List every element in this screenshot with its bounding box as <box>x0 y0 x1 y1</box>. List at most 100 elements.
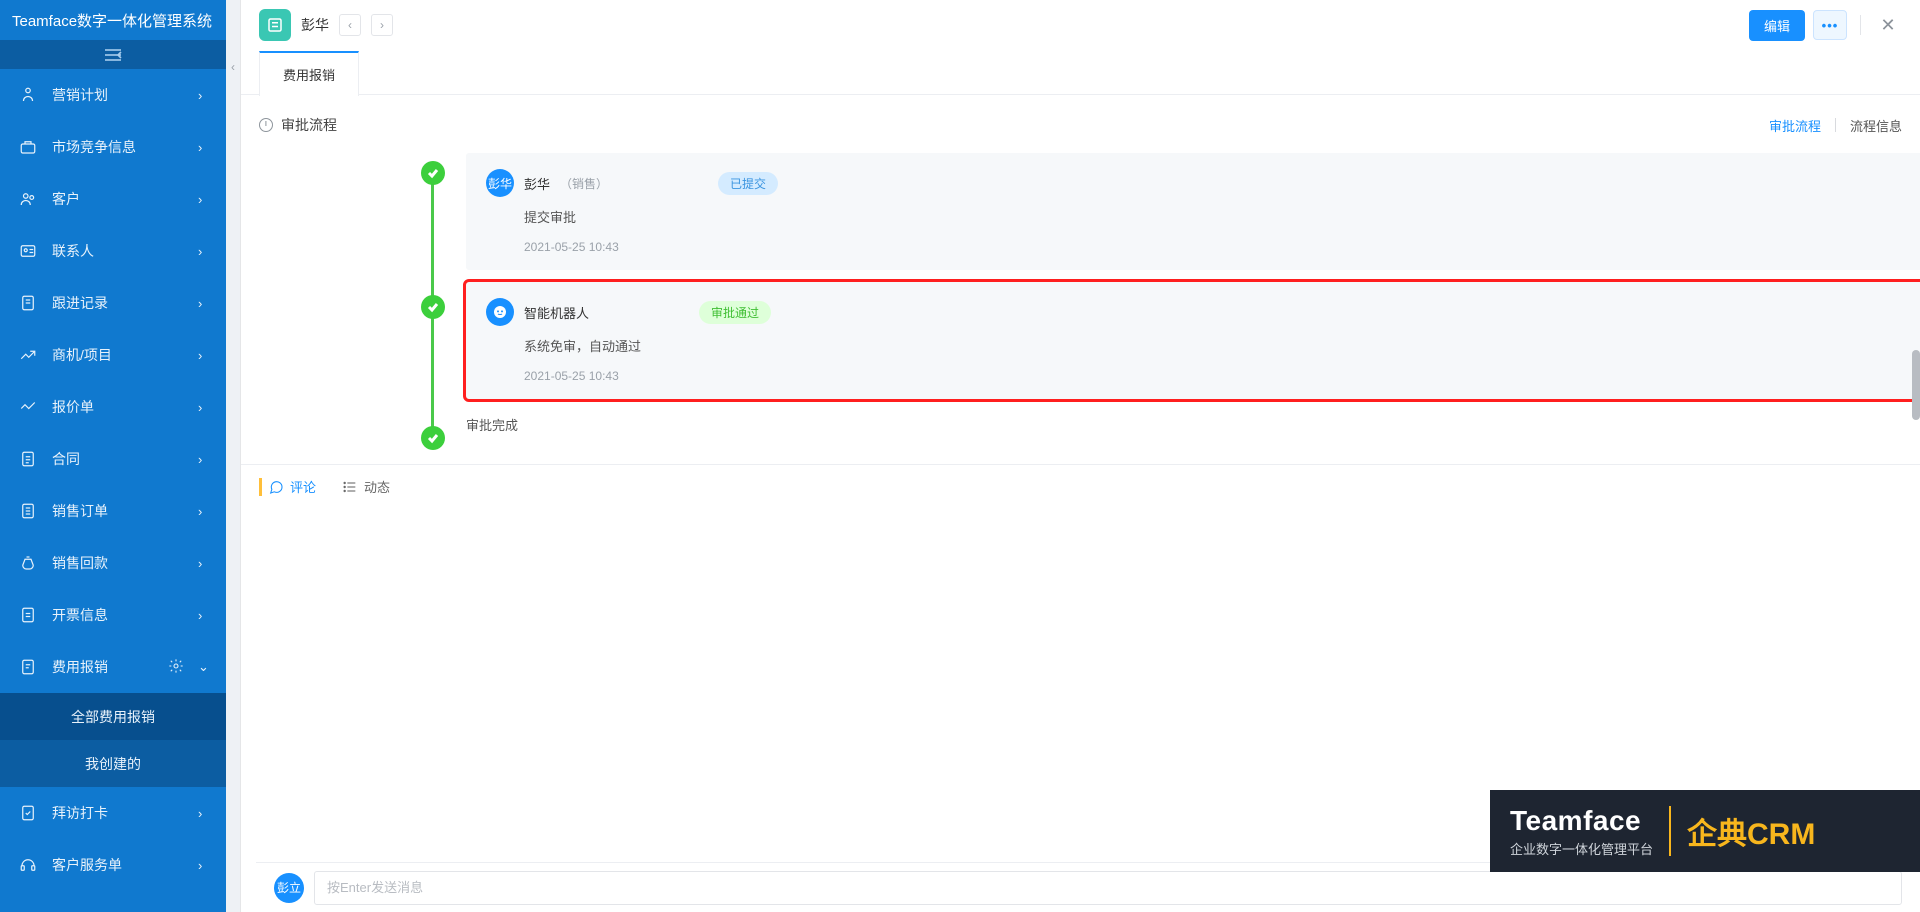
sidebar-label: 联系人 <box>52 241 184 261</box>
chevron-right-icon: › <box>198 192 208 207</box>
edit-button[interactable]: 编辑 <box>1749 10 1805 41</box>
sidebar-label: 拜访打卡 <box>52 803 184 823</box>
sidebar-item-quote[interactable]: 报价单 › <box>0 381 226 433</box>
bot-avatar-icon <box>486 298 514 326</box>
tab-expense[interactable]: 费用报销 <box>259 51 359 96</box>
panel-collapse-handle[interactable]: ‹ <box>226 0 241 912</box>
step-user-role: （销售） <box>560 175 608 192</box>
status-badge: 已提交 <box>718 172 778 195</box>
sidebar-item-contract[interactable]: 合同 › <box>0 433 226 485</box>
current-user-avatar: 彭立 <box>274 873 304 903</box>
chevron-right-icon: › <box>198 858 208 873</box>
sidebar-label: 商机/项目 <box>52 345 184 365</box>
watermark-separator <box>1669 806 1671 856</box>
sidebar-label: 营销计划 <box>52 85 184 105</box>
approval-step-card: 彭华 彭华 （销售） 已提交 提交审批 2021-05-25 10:43 <box>466 153 1920 270</box>
approval-flow-link[interactable]: 审批流程 <box>1769 116 1821 135</box>
sidebar-item-market-info[interactable]: 市场竞争信息 › <box>0 121 226 173</box>
step-time: 2021-05-25 10:43 <box>524 369 1916 383</box>
clipboard-icon <box>18 85 38 105</box>
flow-info-link[interactable]: 流程信息 <box>1850 116 1902 135</box>
sidebar-subitem-my-created[interactable]: 我创建的 <box>0 740 226 787</box>
headset-icon <box>18 855 38 875</box>
invoice-icon <box>18 605 38 625</box>
sidebar-label: 客户服务单 <box>52 855 184 875</box>
next-record-button[interactable]: › <box>371 14 393 36</box>
prev-record-button[interactable]: ‹ <box>339 14 361 36</box>
chevron-right-icon: › <box>198 296 208 311</box>
sidebar-item-opportunity[interactable]: 商机/项目 › <box>0 329 226 381</box>
watermark-product: 企典CRM <box>1687 809 1815 853</box>
list-icon <box>342 479 358 495</box>
separator <box>1835 118 1836 132</box>
clock-icon <box>259 118 273 132</box>
sidebar-label: 跟进记录 <box>52 293 184 313</box>
detail-header: 彭华 ‹ › 编辑 ••• ✕ <box>241 0 1920 50</box>
chevron-right-icon: › <box>198 806 208 821</box>
app-title: Teamface数字一体化管理系统 <box>12 10 212 31</box>
approval-flow: 彭华 彭华 （销售） 已提交 提交审批 2021-05-25 10:43 智能机… <box>241 143 1920 464</box>
sidebar-subitem-all-expense[interactable]: 全部费用报销 <box>0 693 226 740</box>
brand-watermark: Teamface 企业数字一体化管理平台 企典CRM <box>1490 790 1920 872</box>
sidebar-label: 合同 <box>52 449 184 469</box>
sidebar-item-sales-order[interactable]: 销售订单 › <box>0 485 226 537</box>
comment-list <box>241 508 1920 798</box>
sidebar-collapse-button[interactable] <box>0 40 226 69</box>
sidebar-item-visit[interactable]: 拜访打卡 › <box>0 787 226 839</box>
detail-tabs: 费用报销 <box>241 50 1920 95</box>
sidebar-label: 开票信息 <box>52 605 184 625</box>
gear-icon[interactable] <box>168 658 184 677</box>
active-indicator <box>259 478 262 496</box>
section-header: 审批流程 审批流程 流程信息 <box>241 95 1920 143</box>
status-badge: 审批通过 <box>699 301 771 324</box>
file-icon <box>18 449 38 469</box>
receipt-icon <box>18 657 38 677</box>
chevron-left-icon: ‹ <box>231 60 235 74</box>
chevron-right-icon: › <box>198 88 208 103</box>
tab-comment[interactable]: 评论 <box>259 477 316 496</box>
record-type-icon <box>259 9 291 41</box>
sidebar-label: 销售回款 <box>52 553 184 573</box>
sidebar-label: 客户 <box>52 189 184 209</box>
users-icon <box>18 189 38 209</box>
step-user-name: 智能机器人 <box>524 303 589 322</box>
chevron-down-icon: ⌄ <box>198 659 208 675</box>
tab-activity[interactable]: 动态 <box>342 477 390 496</box>
sidebar-item-marketing-plan[interactable]: 营销计划 › <box>0 69 226 121</box>
sidebar: 营销计划 › 市场竞争信息 › 客户 › 联系人 › 跟进记录 › 商机/项目 … <box>0 69 226 912</box>
record-name: 彭华 <box>301 15 329 35</box>
sidebar-label: 市场竞争信息 <box>52 137 184 157</box>
note-icon <box>18 293 38 313</box>
flow-node-check-icon <box>421 426 445 450</box>
comment-input[interactable] <box>314 871 1902 905</box>
step-action: 系统免审，自动通过 <box>524 336 1916 355</box>
sidebar-label: 销售订单 <box>52 501 184 521</box>
close-button[interactable]: ✕ <box>1874 11 1902 39</box>
app-title-bar: Teamface数字一体化管理系统 <box>0 0 226 40</box>
chevron-right-icon: › <box>198 400 208 415</box>
sidebar-item-payment[interactable]: 销售回款 › <box>0 537 226 589</box>
chevron-right-icon: › <box>198 608 208 623</box>
flow-node-check-icon <box>421 295 445 319</box>
sidebar-item-service[interactable]: 客户服务单 › <box>0 839 226 891</box>
sidebar-item-followup[interactable]: 跟进记录 › <box>0 277 226 329</box>
sidebar-item-contacts[interactable]: 联系人 › <box>0 225 226 277</box>
step-action: 提交审批 <box>524 207 1916 226</box>
approval-done-label: 审批完成 <box>466 411 1902 434</box>
divider <box>1860 15 1861 35</box>
chevron-right-icon: › <box>198 140 208 155</box>
step-time: 2021-05-25 10:43 <box>524 240 1916 254</box>
scrollbar-thumb[interactable] <box>1912 350 1920 420</box>
sidebar-item-customer[interactable]: 客户 › <box>0 173 226 225</box>
step-user-name: 彭华 <box>524 174 550 193</box>
sidebar-label: 报价单 <box>52 397 184 417</box>
chevron-right-icon: › <box>198 452 208 467</box>
sidebar-item-expense[interactable]: 费用报销 ⌄ <box>0 641 226 693</box>
comment-icon <box>268 479 284 495</box>
chevron-right-icon: › <box>198 504 208 519</box>
sidebar-label: 费用报销 <box>52 657 154 677</box>
watermark-subtitle: 企业数字一体化管理平台 <box>1510 839 1653 858</box>
sidebar-item-invoice[interactable]: 开票信息 › <box>0 589 226 641</box>
more-actions-button[interactable]: ••• <box>1813 10 1847 40</box>
comment-tabs: 评论 动态 <box>241 464 1920 508</box>
